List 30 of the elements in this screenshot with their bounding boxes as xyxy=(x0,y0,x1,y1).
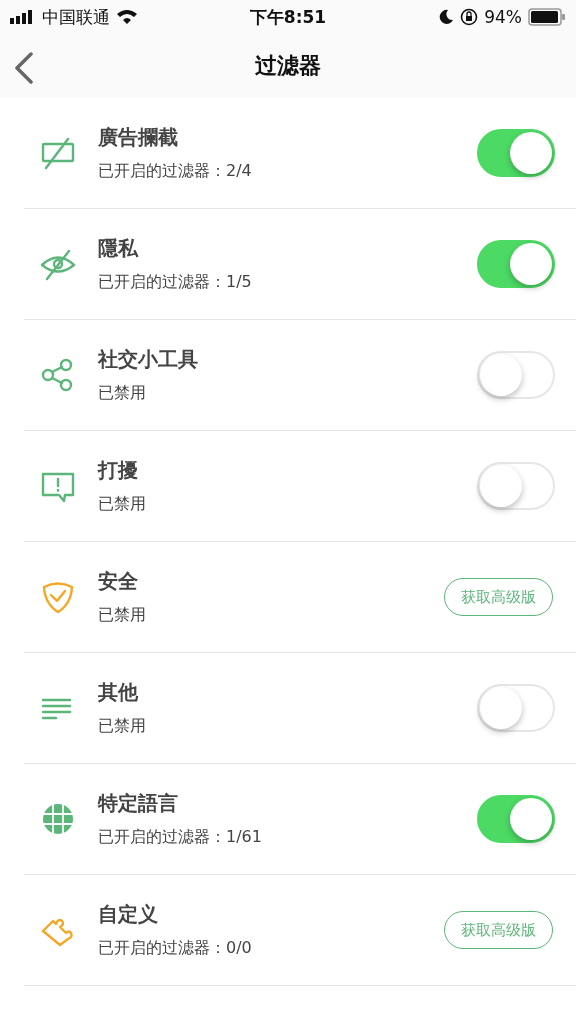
moon-icon xyxy=(438,9,455,25)
filter-status: 已开启的过滤器：0/0 xyxy=(98,938,253,959)
filter-title: 隱私 xyxy=(98,235,140,262)
battery-icon xyxy=(528,8,566,26)
wifi-icon xyxy=(116,9,138,25)
filter-status: 已开启的过滤器：1/5 xyxy=(98,272,253,293)
filter-status: 已禁用 xyxy=(98,383,147,404)
toggle-switch[interactable] xyxy=(477,795,555,843)
filter-title: 特定語言 xyxy=(98,790,179,817)
filter-status: 已开启的过滤器：2/4 xyxy=(98,161,253,182)
filter-title: 打擾 xyxy=(98,457,139,484)
filter-title: 自定义 xyxy=(98,901,159,928)
filter-title: 社交小工具 xyxy=(98,346,199,373)
filter-status: 已禁用 xyxy=(98,494,147,515)
toggle-switch[interactable] xyxy=(477,240,555,288)
toggle-switch[interactable] xyxy=(477,129,555,177)
filter-title: 廣告攔截 xyxy=(98,124,179,151)
screen-title: 过滤器 xyxy=(255,52,321,80)
back-chevron-icon[interactable] xyxy=(12,52,36,84)
rotation-lock-icon xyxy=(460,8,479,26)
battery-percentage: 94% xyxy=(484,7,522,27)
carrier-name: 中国联通 xyxy=(42,5,110,29)
get-premium-button[interactable]: 获取高级版 xyxy=(444,911,553,949)
clock: 下午8:51 xyxy=(249,5,327,29)
filter-status: 已开启的过滤器：1/61 xyxy=(98,827,263,848)
filter-status: 已禁用 xyxy=(98,605,147,626)
get-premium-button[interactable]: 获取高级版 xyxy=(444,578,553,616)
filter-title: 安全 xyxy=(98,568,139,595)
filter-status: 已禁用 xyxy=(98,716,147,737)
filter-title: 其他 xyxy=(98,679,139,706)
